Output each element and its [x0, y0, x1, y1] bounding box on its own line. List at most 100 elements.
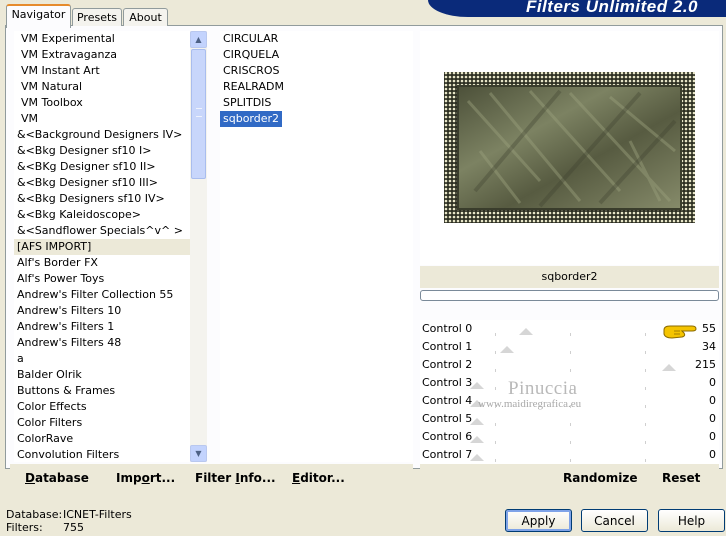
filter-list[interactable]: CIRCULAR CIRQUELA CRISCROS REALRADM SPLITDIS…: [220, 31, 413, 462]
category-item[interactable]: &<BKg Designer sf10 II>: [14, 159, 190, 175]
slider-tick: [645, 459, 646, 462]
filter-item[interactable]: sqborder2: [220, 111, 283, 127]
slider-tick: [645, 333, 646, 336]
slider-tick: [645, 369, 646, 372]
category-scrollbar[interactable]: ▲ ▼: [190, 31, 207, 462]
category-item[interactable]: &<Sandflower Specials^v^ >: [14, 223, 190, 239]
category-item[interactable]: ColorRave: [14, 431, 190, 447]
progress-bar: [420, 290, 719, 301]
watermark-name: Pinuccia: [508, 378, 578, 399]
filter-info-button[interactable]: Filter Info...: [195, 471, 276, 485]
filter-item[interactable]: CIRQUELA: [220, 47, 279, 63]
database-button[interactable]: Database: [25, 471, 89, 485]
control-slider-row[interactable]: Control 2 215: [420, 356, 719, 375]
scroll-thumb[interactable]: [191, 49, 206, 179]
reset-button[interactable]: Reset: [662, 471, 700, 485]
slider-tick: [495, 333, 496, 336]
import-button[interactable]: Import...: [116, 471, 175, 485]
category-list[interactable]: VM Experimental VM Extravaganza VM Instant…: [14, 31, 190, 462]
tab-presets[interactable]: Presets: [72, 8, 122, 26]
chevron-down-icon: ▼: [195, 449, 202, 458]
control-label: Control 3: [422, 376, 473, 389]
filter-item[interactable]: CIRCULAR: [220, 31, 278, 47]
filter-row[interactable]: REALRADM: [220, 79, 413, 95]
category-item[interactable]: VM Natural: [14, 79, 190, 95]
slider-tick: [570, 423, 571, 426]
chevron-up-icon: ▲: [195, 35, 202, 44]
control-label: Control 6: [422, 430, 473, 443]
apply-button[interactable]: Apply: [505, 509, 572, 532]
help-button[interactable]: Help: [658, 509, 725, 532]
category-item[interactable]: Andrew's Filters 48: [14, 335, 190, 351]
category-item[interactable]: Alf's Border FX: [14, 255, 190, 271]
slider-thumb[interactable]: [470, 454, 484, 461]
filter-item[interactable]: SPLITDIS: [220, 95, 271, 111]
control-value: 0: [709, 412, 716, 425]
control-value: 0: [709, 394, 716, 407]
filter-row[interactable]: CIRCULAR: [220, 31, 413, 47]
slider-thumb[interactable]: [662, 364, 677, 371]
slider-tick: [495, 459, 496, 462]
category-item[interactable]: Andrew's Filters 1: [14, 319, 190, 335]
category-item[interactable]: &<Bkg Designer sf10 III>: [14, 175, 190, 191]
control-slider-row[interactable]: Control 6 0: [420, 428, 719, 447]
category-item[interactable]: Andrew's Filter Collection 55: [14, 287, 190, 303]
category-item[interactable]: VM Experimental: [14, 31, 190, 47]
slider-tick: [495, 369, 496, 372]
tab-navigator[interactable]: Navigator: [6, 4, 71, 28]
slider-tick: [645, 351, 646, 354]
control-slider-row[interactable]: Control 7 0: [420, 446, 719, 465]
category-item[interactable]: Balder Olrik: [14, 367, 190, 383]
control-value: 55: [702, 322, 716, 335]
editor-button[interactable]: Editor...: [292, 471, 345, 485]
watermark-url: www.maidiregrafica.eu: [478, 398, 582, 410]
status-filters-label: Filters:: [6, 521, 43, 534]
app-title: Filters Unlimited 2.0: [525, 0, 698, 16]
filter-item[interactable]: CRISCROS: [220, 63, 280, 79]
slider-tick: [570, 441, 571, 444]
slider-tick: [645, 423, 646, 426]
filter-row[interactable]: CRISCROS: [220, 63, 413, 79]
control-value: 0: [709, 376, 716, 389]
filter-item[interactable]: REALRADM: [220, 79, 284, 95]
filter-row[interactable]: CIRQUELA: [220, 47, 413, 63]
preview-area: [420, 31, 719, 265]
slider-tick: [645, 387, 646, 390]
preview-image: [444, 72, 695, 223]
control-slider-row[interactable]: Control 5 0: [420, 410, 719, 429]
control-value: 215: [695, 358, 716, 371]
tab-about[interactable]: About: [123, 8, 168, 26]
filter-row[interactable]: sqborder2: [220, 111, 413, 127]
category-item[interactable]: Buttons & Frames: [14, 383, 190, 399]
category-item[interactable]: VM: [14, 111, 190, 127]
category-item[interactable]: Andrew's Filters 10: [14, 303, 190, 319]
status-filters-value: 755: [63, 521, 84, 534]
slider-thumb[interactable]: [500, 346, 515, 353]
category-item[interactable]: &<Bkg Designer sf10 I>: [14, 143, 190, 159]
slider-tick: [570, 351, 571, 354]
category-item[interactable]: Alf's Power Toys: [14, 271, 190, 287]
category-item[interactable]: &<Background Designers IV>: [14, 127, 190, 143]
category-item[interactable]: VM Extravaganza: [14, 47, 190, 63]
slider-thumb[interactable]: [470, 382, 484, 389]
control-value: 0: [709, 430, 716, 443]
randomize-button[interactable]: Randomize: [563, 471, 637, 485]
category-item[interactable]: Color Effects: [14, 399, 190, 415]
category-item[interactable]: VM Instant Art: [14, 63, 190, 79]
filter-row[interactable]: SPLITDIS: [220, 95, 413, 111]
category-item[interactable]: VM Toolbox: [14, 95, 190, 111]
scroll-down-button[interactable]: ▼: [190, 445, 207, 462]
slider-thumb[interactable]: [470, 436, 484, 443]
category-item[interactable]: &<Bkg Designers sf10 IV>: [14, 191, 190, 207]
category-item[interactable]: &<Bkg Kaleidoscope>: [14, 207, 190, 223]
category-item[interactable]: a: [14, 351, 190, 367]
category-item[interactable]: Color Filters: [14, 415, 190, 431]
scroll-up-button[interactable]: ▲: [190, 31, 207, 48]
slider-thumb[interactable]: [519, 328, 534, 335]
control-label: Control 7: [422, 448, 473, 461]
category-item[interactable]: [AFS IMPORT]: [14, 239, 190, 255]
category-item[interactable]: Convolution Filters: [14, 447, 190, 462]
cancel-button[interactable]: Cancel: [581, 509, 648, 532]
slider-thumb[interactable]: [470, 418, 484, 425]
slider-tick: [495, 351, 496, 354]
